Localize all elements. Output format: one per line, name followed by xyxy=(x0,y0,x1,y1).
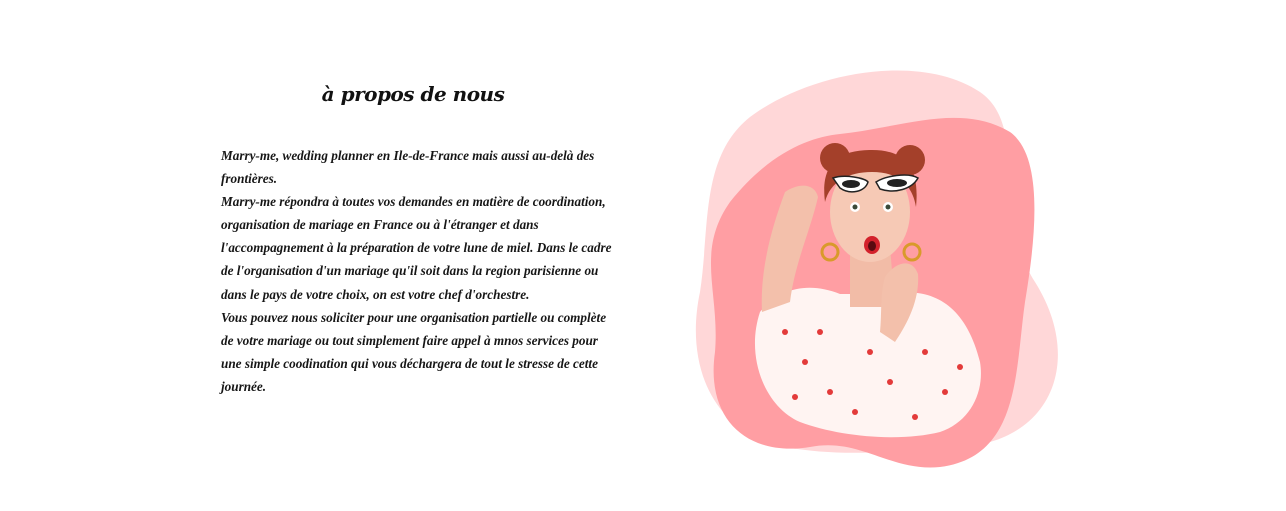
pink-blob-illustration xyxy=(695,70,1058,468)
about-paragraph-2: Marry-me répondra à toutes vos demandes … xyxy=(221,194,612,302)
about-image xyxy=(690,62,1080,474)
dress-shape xyxy=(754,287,981,438)
about-title: à propos de nous xyxy=(321,82,505,106)
about-paragraph-3: Vous pouvez nous soliciter pour une orga… xyxy=(221,309,607,394)
about-paragraph-1: Marry-me, wedding planner en Ile-de-Fran… xyxy=(221,148,595,187)
hair-bun-left xyxy=(820,143,850,173)
about-section: à propos de nous Marry-me, wedding plann… xyxy=(0,0,1286,511)
hair-bun-right xyxy=(895,145,925,175)
about-description: Marry-me, wedding planner en Ile-de-Fran… xyxy=(221,144,616,398)
